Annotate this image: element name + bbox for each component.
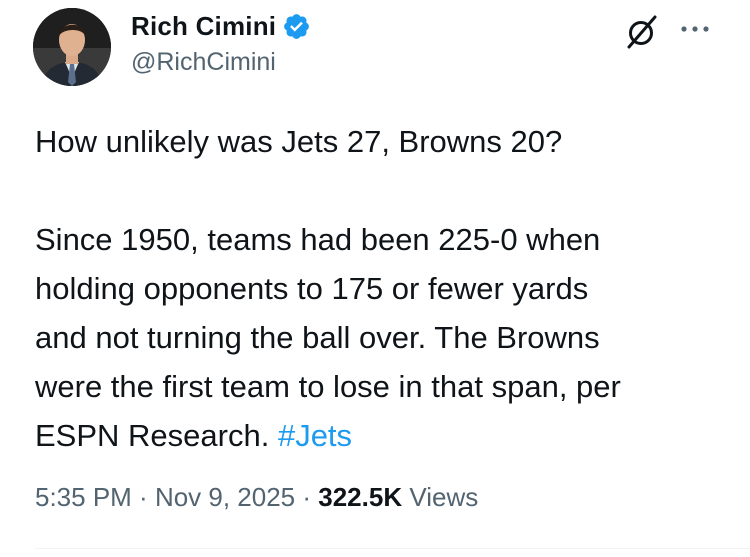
author-block: Rich Cimini @RichCimini [131, 8, 311, 77]
tweet-text-line: Since 1950, teams had been 225-0 when [35, 222, 601, 257]
tweet-text-line: and not turning the ball over. The Brown… [35, 320, 600, 355]
avatar-photo [33, 8, 111, 86]
tweet-card: Rich Cimini @RichCimini How unlikely was… [0, 0, 750, 557]
grok-button[interactable] [622, 12, 662, 52]
tweet-text-line: were the first team to lose in that span… [35, 369, 621, 404]
tweet-time[interactable]: 5:35 PM [35, 482, 132, 512]
tweet-text-line: How unlikely was Jets 27, Browns 20? [35, 124, 563, 159]
verified-badge-icon [282, 12, 311, 41]
tweet-text: How unlikely was Jets 27, Browns 20? Sin… [35, 117, 735, 460]
hashtag-link[interactable]: #Jets [278, 418, 352, 453]
tweet-date[interactable]: Nov 9, 2025 [155, 482, 295, 512]
tweet-meta: 5:35 PM · Nov 9, 2025 · 322.5K Views [35, 482, 478, 513]
name-row: Rich Cimini [131, 8, 311, 44]
author-display-name[interactable]: Rich Cimini [131, 11, 276, 42]
meta-separator: · [295, 482, 319, 512]
tweet-text-last-line: ESPN Research. #Jets [35, 411, 735, 460]
author-handle[interactable]: @RichCimini [131, 48, 311, 77]
avatar[interactable] [33, 8, 111, 86]
grok-slash-circle-icon [627, 15, 657, 49]
tweet-text-line: ESPN Research. [35, 418, 270, 453]
views-count: 322.5K [318, 482, 403, 512]
meta-separator: · [131, 482, 155, 512]
divider [35, 548, 750, 549]
tweet-text-line: holding opponents to 175 or fewer yards [35, 271, 589, 306]
views-label: Views [402, 482, 479, 512]
more-dots-icon [681, 26, 709, 32]
more-options-button[interactable] [675, 14, 721, 44]
